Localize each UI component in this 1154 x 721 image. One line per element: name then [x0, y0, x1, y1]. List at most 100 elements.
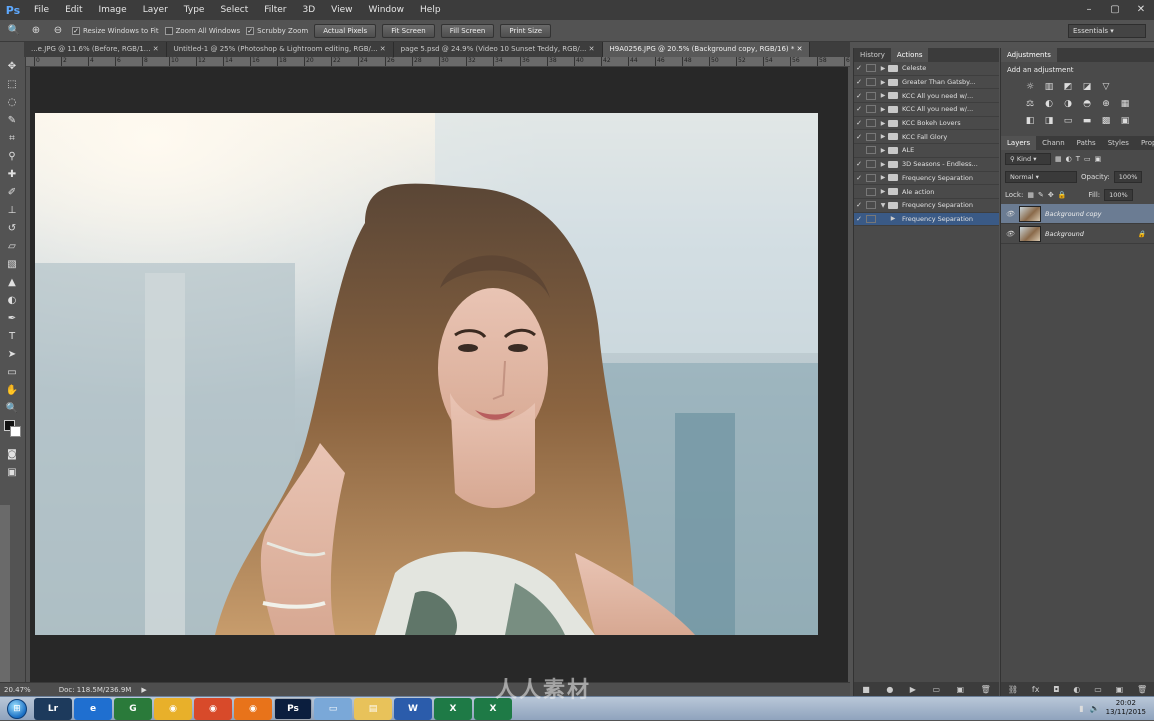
- eye-icon[interactable]: 👁: [1005, 230, 1015, 238]
- folder-icon[interactable]: ▤: [354, 697, 392, 720]
- collapsed-triangle-icon[interactable]: ▶: [878, 92, 888, 99]
- check-icon[interactable]: ✓: [854, 119, 864, 127]
- eraser-tool-icon[interactable]: ▱: [0, 237, 24, 255]
- dialog-toggle-icon[interactable]: [866, 160, 876, 169]
- adjustment-icon[interactable]: ▦: [1118, 97, 1132, 111]
- menu-item-layer[interactable]: Layer: [135, 5, 176, 15]
- lock-pixels-icon[interactable]: ✎: [1038, 191, 1044, 199]
- menu-item-edit[interactable]: Edit: [57, 5, 90, 15]
- fit-screen-button[interactable]: Fit Screen: [382, 23, 435, 38]
- collapsed-triangle-icon[interactable]: ▶: [878, 120, 888, 127]
- adjustment-icon[interactable]: ▽: [1099, 80, 1113, 94]
- menu-item-select[interactable]: Select: [212, 5, 256, 15]
- collapsed-triangle-icon[interactable]: ▶: [888, 215, 898, 222]
- layer-row[interactable]: 👁 Background 🔒: [1001, 224, 1154, 244]
- actual-pixels-button[interactable]: Actual Pixels: [314, 23, 377, 38]
- start-button[interactable]: ⊞: [0, 697, 34, 721]
- dialog-toggle-icon[interactable]: [866, 64, 876, 73]
- adjustment-icon[interactable]: ◑: [1061, 97, 1075, 111]
- collapsed-triangle-icon[interactable]: ▶: [878, 188, 888, 195]
- dialog-toggle-icon[interactable]: [866, 187, 876, 196]
- tab-history[interactable]: History: [854, 48, 891, 62]
- dialog-toggle-icon[interactable]: [866, 173, 876, 182]
- adjustment-icon[interactable]: [1118, 80, 1132, 94]
- dialog-toggle-icon[interactable]: [866, 201, 876, 210]
- document-image[interactable]: [35, 113, 818, 635]
- layer-row[interactable]: 👁 Background copy: [1001, 204, 1154, 224]
- menu-item-filter[interactable]: Filter: [256, 5, 294, 15]
- trash-icon[interactable]: 🗑: [981, 685, 991, 694]
- collapsed-triangle-icon[interactable]: ▶: [878, 106, 888, 113]
- explorer-icon[interactable]: ▭: [314, 697, 352, 720]
- adjustment-icon[interactable]: ◓: [1080, 97, 1094, 111]
- type-tool-icon[interactable]: T: [0, 327, 24, 345]
- dialog-toggle-icon[interactable]: [866, 146, 876, 155]
- new-set-icon[interactable]: ▭: [932, 685, 940, 694]
- filter-pixel-icon[interactable]: ▦: [1055, 155, 1062, 163]
- hand-tool-icon[interactable]: ✋: [0, 381, 24, 399]
- action-set-row[interactable]: ✓ ▼ Frequency Separation: [854, 199, 999, 213]
- zoom-level[interactable]: 20.47%: [4, 686, 31, 694]
- quick-mask-icon[interactable]: ◙: [0, 445, 24, 463]
- action-set-row[interactable]: ✓ ▶ KCC All you need w/...: [854, 89, 999, 104]
- dialog-toggle-icon[interactable]: [866, 91, 876, 100]
- check-icon[interactable]: ✓: [854, 215, 864, 223]
- dialog-toggle-icon[interactable]: [866, 214, 876, 223]
- zoom-tool-icon[interactable]: 🔍: [6, 23, 22, 39]
- tab-layers[interactable]: Layers: [1001, 136, 1037, 150]
- excel-icon[interactable]: X: [434, 697, 472, 720]
- adjustment-icon[interactable]: ☼: [1023, 80, 1037, 94]
- link-icon[interactable]: ⛓: [1008, 685, 1018, 694]
- dialog-toggle-icon[interactable]: [866, 105, 876, 114]
- dialog-toggle-icon[interactable]: [866, 78, 876, 87]
- excel-icon[interactable]: G: [114, 697, 152, 720]
- brush-tool-icon[interactable]: ✐: [0, 183, 24, 201]
- action-set-row[interactable]: ✓ ▶ Celeste: [854, 62, 999, 76]
- gradient-tool-icon[interactable]: ▧: [0, 255, 24, 273]
- doc-size[interactable]: Doc: 118.5M/236.9M: [59, 686, 132, 694]
- adjustment-icon[interactable]: ⚖: [1023, 97, 1037, 111]
- lock-position-icon[interactable]: ✥: [1048, 191, 1054, 199]
- fill-screen-button[interactable]: Fill Screen: [440, 23, 495, 38]
- chrome-icon[interactable]: ◉: [154, 697, 192, 720]
- group-icon[interactable]: ▭: [1094, 685, 1102, 694]
- crop-tool-icon[interactable]: ⌗: [0, 129, 24, 147]
- adjustment-icon[interactable]: ◧: [1023, 114, 1037, 128]
- filter-shape-icon[interactable]: ▭: [1084, 155, 1091, 163]
- tab-paths[interactable]: Paths: [1071, 136, 1102, 150]
- document-tab[interactable]: H9A0256.JPG @ 20.5% (Background copy, RG…: [602, 42, 811, 57]
- firefox-icon[interactable]: ◉: [234, 697, 272, 720]
- collapsed-triangle-icon[interactable]: ▶: [878, 161, 888, 168]
- menu-item-3d[interactable]: 3D: [295, 5, 324, 15]
- dialog-toggle-icon[interactable]: [866, 119, 876, 128]
- move-tool-icon[interactable]: ✥: [0, 57, 24, 75]
- menu-item-type[interactable]: Type: [176, 5, 213, 15]
- quick-select-tool-icon[interactable]: ✎: [0, 111, 24, 129]
- kind-filter[interactable]: ⚲ Kind ▾: [1005, 153, 1051, 165]
- adjustment-icon[interactable]: ◨: [1042, 114, 1056, 128]
- history-brush-icon[interactable]: ↺: [0, 219, 24, 237]
- expanded-triangle-icon[interactable]: ▼: [878, 202, 888, 209]
- document-tab[interactable]: ...e.JPG @ 11.6% (Before, RGB/1... ✕: [24, 42, 167, 57]
- lightroom-icon[interactable]: Lr: [34, 697, 72, 720]
- maximize-button[interactable]: ▢: [1102, 0, 1128, 20]
- collapsed-triangle-icon[interactable]: ▶: [878, 174, 888, 181]
- menu-item-view[interactable]: View: [323, 5, 360, 15]
- action-set-row[interactable]: ▶ ALE: [854, 144, 999, 158]
- action-set-row[interactable]: ✓ ▶ Frequency Separation: [854, 172, 999, 186]
- adjustment-icon[interactable]: ◐: [1042, 97, 1056, 111]
- adjustment-layer-icon[interactable]: ◐: [1073, 685, 1080, 694]
- record-icon[interactable]: ●: [886, 685, 893, 694]
- tab-proper[interactable]: Proper: [1135, 136, 1154, 150]
- new-action-icon[interactable]: ▣: [957, 685, 965, 694]
- check-icon[interactable]: ✓: [854, 64, 864, 72]
- filter-smart-icon[interactable]: ▣: [1095, 155, 1102, 163]
- filter-adjust-icon[interactable]: ◐: [1066, 155, 1072, 163]
- dodge-tool-icon[interactable]: ◐: [0, 291, 24, 309]
- document-tab[interactable]: page 5.psd @ 24.9% (Video 10 Sunset Tedd…: [394, 42, 603, 57]
- adjustment-icon[interactable]: ◩: [1061, 80, 1075, 94]
- action-set-row[interactable]: ✓ ▶ KCC Bokeh Lovers: [854, 117, 999, 131]
- close-button[interactable]: ✕: [1128, 0, 1154, 20]
- network-icon[interactable]: ▮: [1079, 704, 1083, 713]
- stop-icon[interactable]: ■: [862, 685, 870, 694]
